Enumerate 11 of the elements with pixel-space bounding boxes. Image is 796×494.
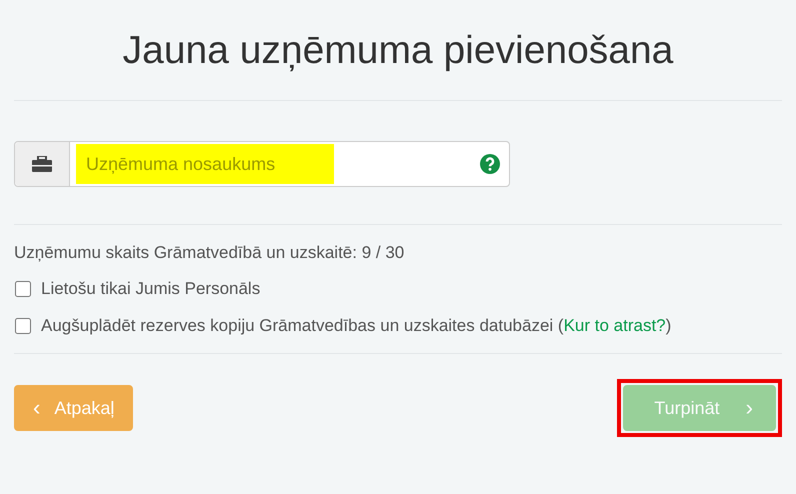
option-label: Augšuplādēt rezerves kopiju Grāmatvedības un uzskaites datubāzei (Kur to atrast?) bbox=[41, 316, 672, 336]
company-name-field[interactable]: Uzņēmuma nosaukums bbox=[14, 141, 510, 187]
back-button[interactable]: ‹ Atpakaļ bbox=[14, 385, 134, 431]
help-icon[interactable] bbox=[480, 154, 500, 174]
briefcase-icon bbox=[32, 156, 52, 172]
checkbox[interactable] bbox=[15, 318, 31, 334]
company-count-text: Uzņēmumu skaits Grāmatvedībā un uzskaitē: 9 / 30 bbox=[14, 243, 406, 263]
checkbox[interactable] bbox=[15, 281, 31, 297]
page-title: Jauna uzņēmuma pievienošana bbox=[122, 28, 674, 74]
help-link[interactable]: Kur to atrast? bbox=[564, 316, 666, 335]
option-label: Lietošu tikai Jumis Personāls bbox=[41, 279, 260, 299]
